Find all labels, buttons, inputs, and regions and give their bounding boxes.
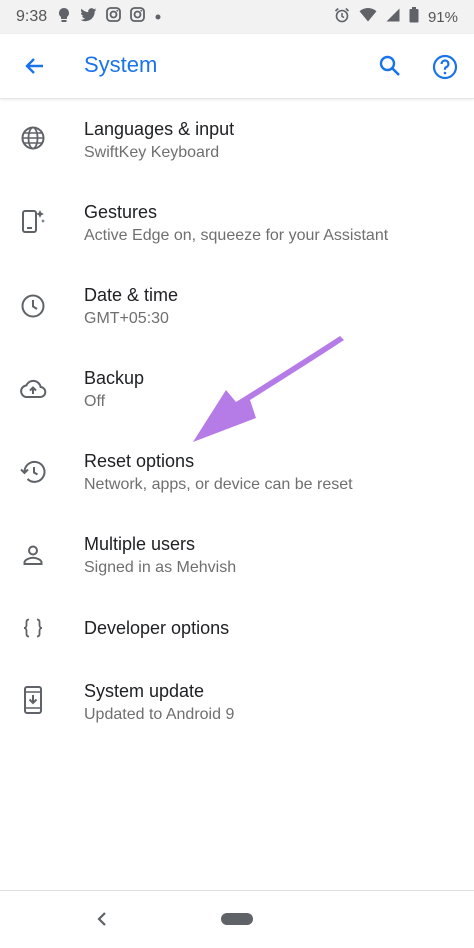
page-title: System (84, 52, 158, 77)
setting-system-update[interactable]: System update Updated to Android 9 (0, 661, 474, 743)
setting-title: Multiple users (84, 534, 196, 554)
setting-title: Backup (84, 368, 145, 388)
clock-icon (18, 291, 48, 321)
braces-icon (18, 613, 48, 643)
wifi-icon (359, 7, 377, 27)
setting-developer-options[interactable]: Developer options (0, 597, 474, 659)
chevron-left-icon (97, 912, 106, 926)
setting-title: System update (84, 681, 205, 701)
person-icon (18, 540, 48, 570)
app-bar: System (0, 34, 474, 99)
setting-title: Gestures (84, 202, 158, 222)
gestures-icon (18, 206, 48, 236)
status-time: 9:38 (16, 8, 48, 25)
home-pill-button[interactable] (221, 913, 253, 925)
instagram-icon (106, 7, 122, 27)
notification-icons (57, 7, 162, 28)
setting-subtitle: Signed in as Mehvish (84, 559, 237, 576)
setting-title: Reset options (84, 451, 195, 471)
setting-backup[interactable]: Backup Off (0, 348, 474, 430)
help-icon (432, 54, 458, 80)
status-bar: 9:38 91% (0, 0, 474, 34)
nav-back-button[interactable] (90, 907, 114, 931)
setting-languages-input[interactable]: Languages & input SwiftKey Keyboard (0, 99, 474, 181)
setting-multiple-users[interactable]: Multiple users Signed in as Mehvish (0, 514, 474, 596)
system-update-icon (18, 685, 48, 715)
setting-subtitle: Off (84, 393, 106, 410)
signal-icon (386, 8, 400, 27)
system-status-icons: 91% (334, 0, 458, 34)
help-button[interactable] (428, 50, 462, 84)
setting-subtitle: SwiftKey Keyboard (84, 144, 220, 161)
battery-icon (409, 6, 419, 28)
setting-date-time[interactable]: Date & time GMT+05:30 (0, 265, 474, 347)
instagram-icon (130, 7, 146, 27)
dot-icon (154, 8, 162, 26)
cloud-upload-icon (18, 374, 48, 404)
setting-subtitle: Updated to Android 9 (84, 706, 235, 723)
setting-subtitle: Active Edge on, squeeze for your Assista… (84, 227, 389, 244)
battery-percent: 91% (427, 8, 458, 26)
setting-subtitle: Network, apps, or device can be reset (84, 476, 353, 493)
navigation-bar (0, 890, 474, 948)
twitter-icon (80, 7, 97, 27)
globe-icon (18, 123, 48, 153)
alarm-icon (334, 7, 350, 28)
setting-title: Date & time (84, 285, 179, 305)
setting-title: Developer options (84, 618, 230, 638)
setting-title: Languages & input (84, 119, 235, 139)
arrow-back-icon (25, 58, 43, 74)
bulb-icon (57, 7, 71, 28)
back-button[interactable] (18, 50, 50, 82)
setting-reset-options[interactable]: Reset options Network, apps, or device c… (0, 431, 474, 513)
search-icon (379, 55, 400, 76)
history-icon (18, 457, 48, 487)
search-button[interactable] (374, 50, 406, 82)
setting-subtitle: GMT+05:30 (84, 310, 169, 327)
setting-gestures[interactable]: Gestures Active Edge on, squeeze for you… (0, 182, 474, 264)
